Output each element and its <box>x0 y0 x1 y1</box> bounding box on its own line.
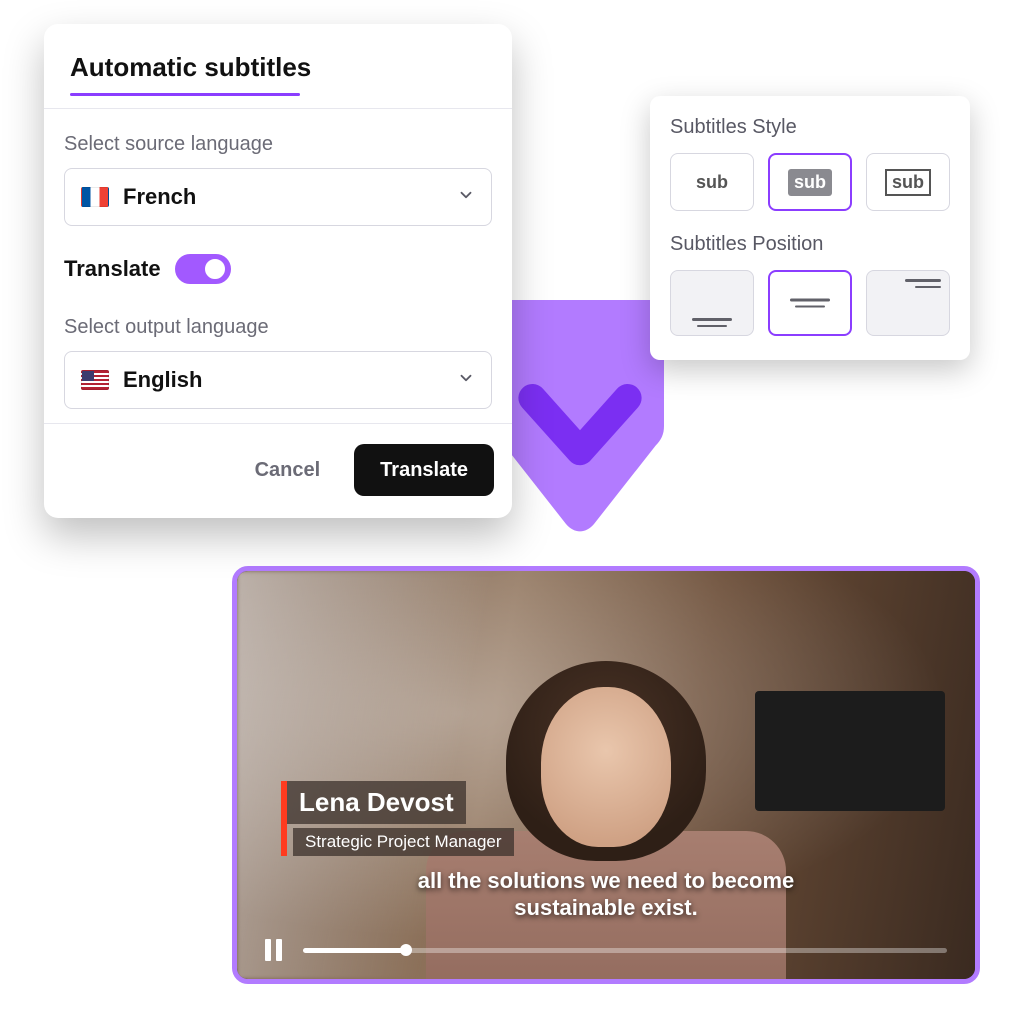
subtitle-position-top[interactable] <box>866 270 950 336</box>
flag-usa-icon <box>81 370 109 390</box>
speaker-role: Strategic Project Manager <box>293 828 514 856</box>
seek-bar[interactable] <box>303 948 947 953</box>
video-preview: Lena Devost Strategic Project Manager al… <box>232 566 980 984</box>
subtitle-line: all the solutions we need to become <box>274 868 938 894</box>
subtitles-position-label: Subtitles Position <box>670 233 950 256</box>
subtitle-style-filled[interactable]: sub <box>768 153 852 211</box>
automatic-subtitles-dialog: Automatic subtitles Select source langua… <box>44 24 512 518</box>
style-thumb-text: sub <box>788 169 832 196</box>
translate-toggle-label: Translate <box>64 256 161 282</box>
style-thumb-text: sub <box>696 172 728 193</box>
source-language-select[interactable]: French <box>64 168 492 226</box>
position-thumb-lines-icon <box>905 279 941 288</box>
output-language-select[interactable]: English <box>64 351 492 409</box>
translate-toggle[interactable] <box>175 254 231 284</box>
subtitle-style-outlined[interactable]: sub <box>866 153 950 211</box>
translate-button[interactable]: Translate <box>354 444 494 496</box>
subtitle-line: sustainable exist. <box>274 895 938 921</box>
lower-third: Lena Devost Strategic Project Manager <box>281 781 514 856</box>
dialog-accent-underline <box>70 93 300 96</box>
lower-third-accent <box>281 824 287 856</box>
subtitle-style-plain[interactable]: sub <box>670 153 754 211</box>
source-language-label: Select source language <box>64 133 492 156</box>
subtitle-position-middle[interactable] <box>768 270 852 336</box>
subtitles-style-panel: Subtitles Style sub sub sub Subtitles Po… <box>650 96 970 360</box>
chevron-down-icon <box>457 369 475 392</box>
output-language-value: English <box>123 367 443 393</box>
pause-icon <box>265 939 271 961</box>
style-thumb-text: sub <box>885 169 931 196</box>
source-language-value: French <box>123 184 443 210</box>
pause-button[interactable] <box>265 939 287 961</box>
cancel-button[interactable]: Cancel <box>229 444 347 496</box>
seek-thumb[interactable] <box>400 944 412 956</box>
burned-subtitle: all the solutions we need to become sust… <box>274 868 938 921</box>
output-language-label: Select output language <box>64 316 492 339</box>
dialog-title: Automatic subtitles <box>70 52 486 83</box>
chevron-down-icon <box>457 186 475 209</box>
video-controls <box>265 939 947 961</box>
subtitles-style-label: Subtitles Style <box>670 116 950 139</box>
toggle-knob <box>203 257 227 281</box>
position-thumb-lines-icon <box>790 299 830 308</box>
background-tv <box>755 691 945 811</box>
subtitle-position-bottom[interactable] <box>670 270 754 336</box>
position-thumb-lines-icon <box>692 318 732 327</box>
pause-icon <box>276 939 282 961</box>
speaker-name: Lena Devost <box>287 781 466 824</box>
flag-france-icon <box>81 187 109 207</box>
